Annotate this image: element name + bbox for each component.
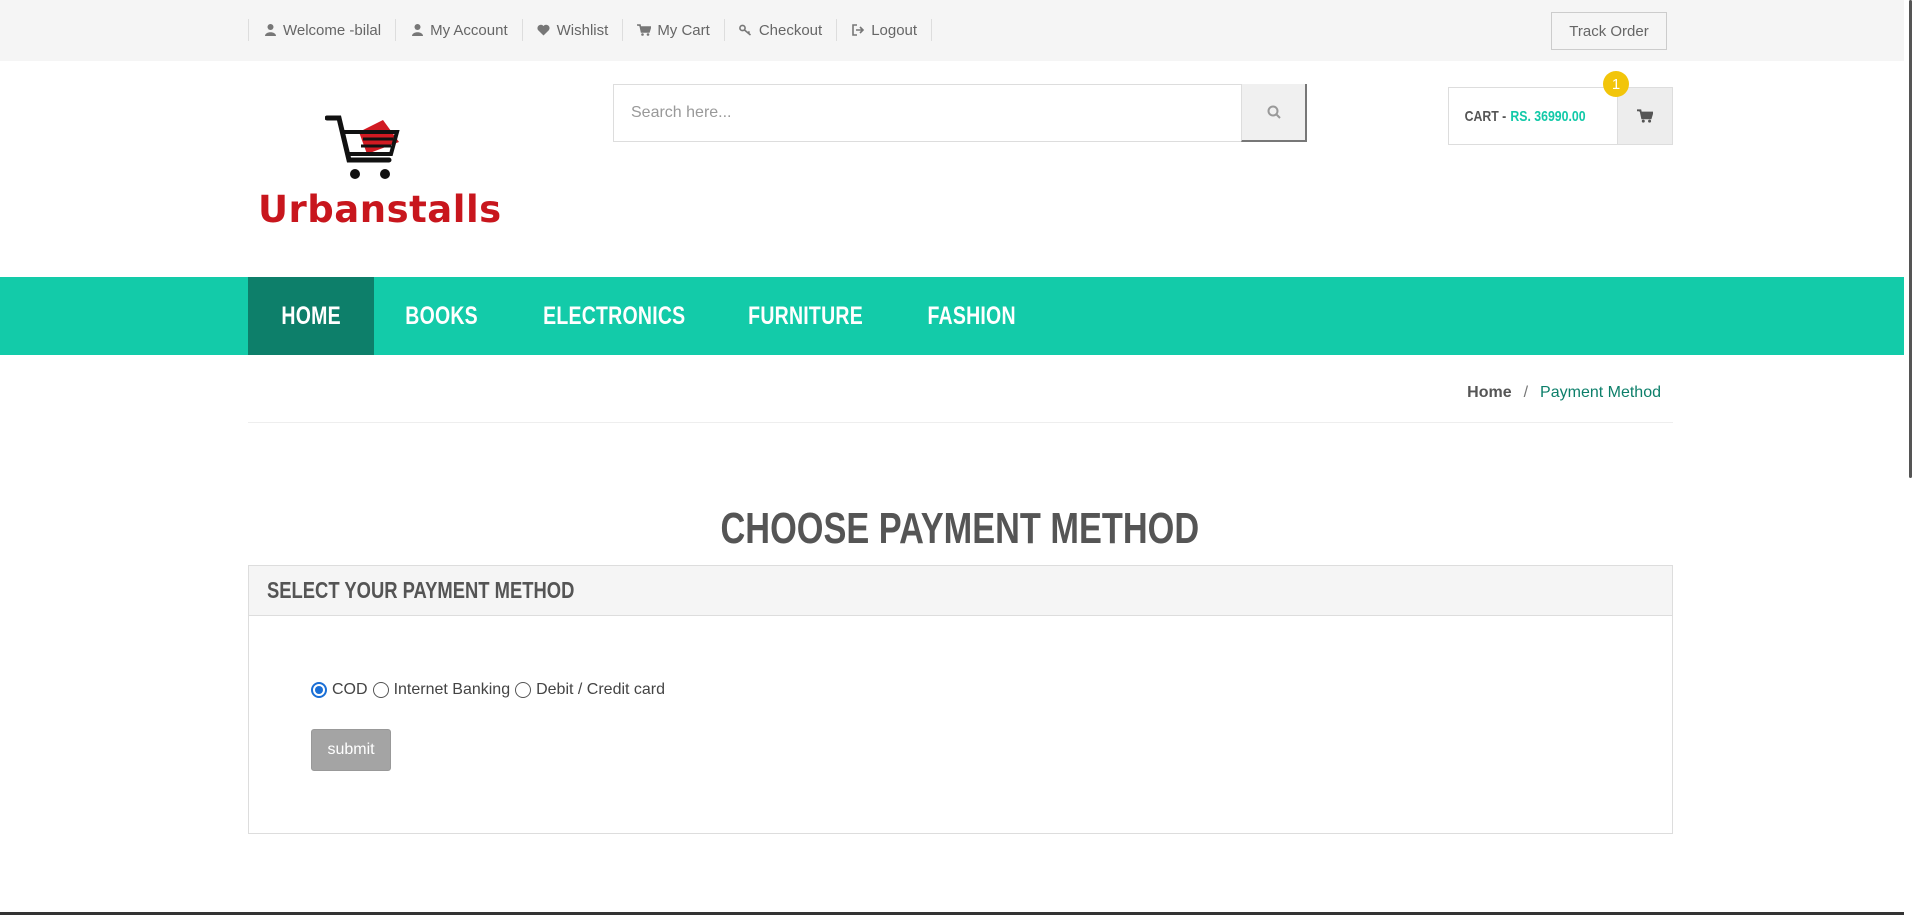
nav-home-label: HOME: [281, 301, 341, 330]
my-account-label: My Account: [430, 21, 508, 39]
breadcrumb-home[interactable]: Home: [1467, 384, 1511, 402]
top-bar: Welcome -bilal My Account Wishlist My Ca…: [0, 0, 1904, 61]
page-title-text: CHOOSE PAYMENT METHOD: [720, 504, 1200, 553]
submit-button[interactable]: submit: [311, 729, 391, 771]
logout-icon: [851, 23, 865, 37]
main-nav: HOME BOOKS ELECTRONICS FURNITURE FASHION: [0, 277, 1920, 355]
option-card[interactable]: Debit / Credit card: [515, 681, 665, 699]
heart-icon: [537, 23, 551, 37]
option-card-label: Debit / Credit card: [536, 681, 666, 698]
panel-title: SELECT YOUR PAYMENT METHOD: [267, 577, 575, 603]
cart-label: CART -: [1464, 107, 1507, 125]
page-title: CHOOSE PAYMENT METHOD: [0, 504, 1920, 554]
logo-text: Urbanstalls: [258, 188, 502, 231]
checkout-label: Checkout: [758, 21, 823, 39]
option-internet-banking-label: Internet Banking: [393, 681, 511, 698]
cart-icon: [1637, 109, 1653, 123]
nav-home[interactable]: HOME: [248, 277, 374, 355]
breadcrumb-current: Payment Method: [1540, 384, 1661, 401]
cart-icon: [637, 23, 652, 37]
payment-panel: SELECT YOUR PAYMENT METHOD COD Internet …: [248, 565, 1673, 834]
option-internet-banking[interactable]: Internet Banking: [372, 681, 511, 699]
nav-fashion[interactable]: FASHION: [894, 277, 1050, 355]
header-cart[interactable]: CART - RS. 36990.00: [1448, 87, 1673, 145]
cart-summary: CART - RS. 36990.00: [1449, 88, 1587, 144]
panel-header: SELECT YOUR PAYMENT METHOD: [249, 566, 1672, 616]
shopping-cart-logo-icon: [325, 115, 400, 179]
nav-electronics[interactable]: ELECTRONICS: [510, 277, 718, 355]
my-cart-link[interactable]: My Cart: [622, 19, 724, 41]
cart-amount: RS. 36990.00: [1510, 107, 1586, 125]
breadcrumb: Home / Payment Method: [1467, 384, 1661, 402]
scrollbar-thumb[interactable]: [1909, 0, 1912, 478]
nav-electronics-label: ELECTRONICS: [542, 301, 686, 330]
welcome-label: Welcome -bilal: [283, 21, 382, 39]
radio-internet-banking[interactable]: [372, 682, 389, 698]
wishlist-link[interactable]: Wishlist: [521, 19, 623, 41]
track-order-button[interactable]: Track Order: [1551, 12, 1667, 50]
logout-label: Logout: [871, 21, 918, 39]
wishlist-label: Wishlist: [556, 21, 609, 39]
top-links: Welcome -bilal My Account Wishlist My Ca…: [248, 19, 933, 41]
search-button[interactable]: [1241, 84, 1307, 142]
my-account-link[interactable]: My Account: [395, 19, 522, 41]
nav-books-label: BOOKS: [405, 301, 479, 330]
page-scrollbar[interactable]: [1904, 0, 1920, 915]
user-icon: [263, 23, 277, 37]
my-cart-label: My Cart: [657, 21, 710, 39]
nav-fashion-label: FASHION: [927, 301, 1017, 330]
radio-cod[interactable]: [311, 682, 327, 698]
option-cod-label: COD: [332, 681, 368, 698]
key-icon: [739, 23, 753, 37]
option-cod[interactable]: COD: [311, 681, 368, 699]
nav-furniture[interactable]: FURNITURE: [718, 277, 894, 355]
search-icon: [1267, 105, 1281, 119]
header-divider: [248, 422, 1673, 423]
nav-books[interactable]: BOOKS: [374, 277, 510, 355]
cart-button[interactable]: [1617, 88, 1672, 144]
logout-link[interactable]: Logout: [836, 19, 933, 41]
nav-furniture-label: FURNITURE: [748, 301, 864, 330]
checkout-link[interactable]: Checkout: [723, 19, 836, 41]
payment-options: COD Internet Banking Debit / Credit card: [311, 681, 670, 699]
radio-card[interactable]: [515, 682, 532, 698]
search-input[interactable]: [614, 85, 1241, 141]
search-bar: [613, 84, 1307, 142]
breadcrumb-separator: /: [1523, 384, 1529, 401]
user-icon: [410, 23, 424, 37]
cart-count-badge: 1: [1603, 71, 1629, 97]
logo[interactable]: Urbanstalls: [255, 112, 502, 232]
welcome-link[interactable]: Welcome -bilal: [248, 19, 395, 41]
